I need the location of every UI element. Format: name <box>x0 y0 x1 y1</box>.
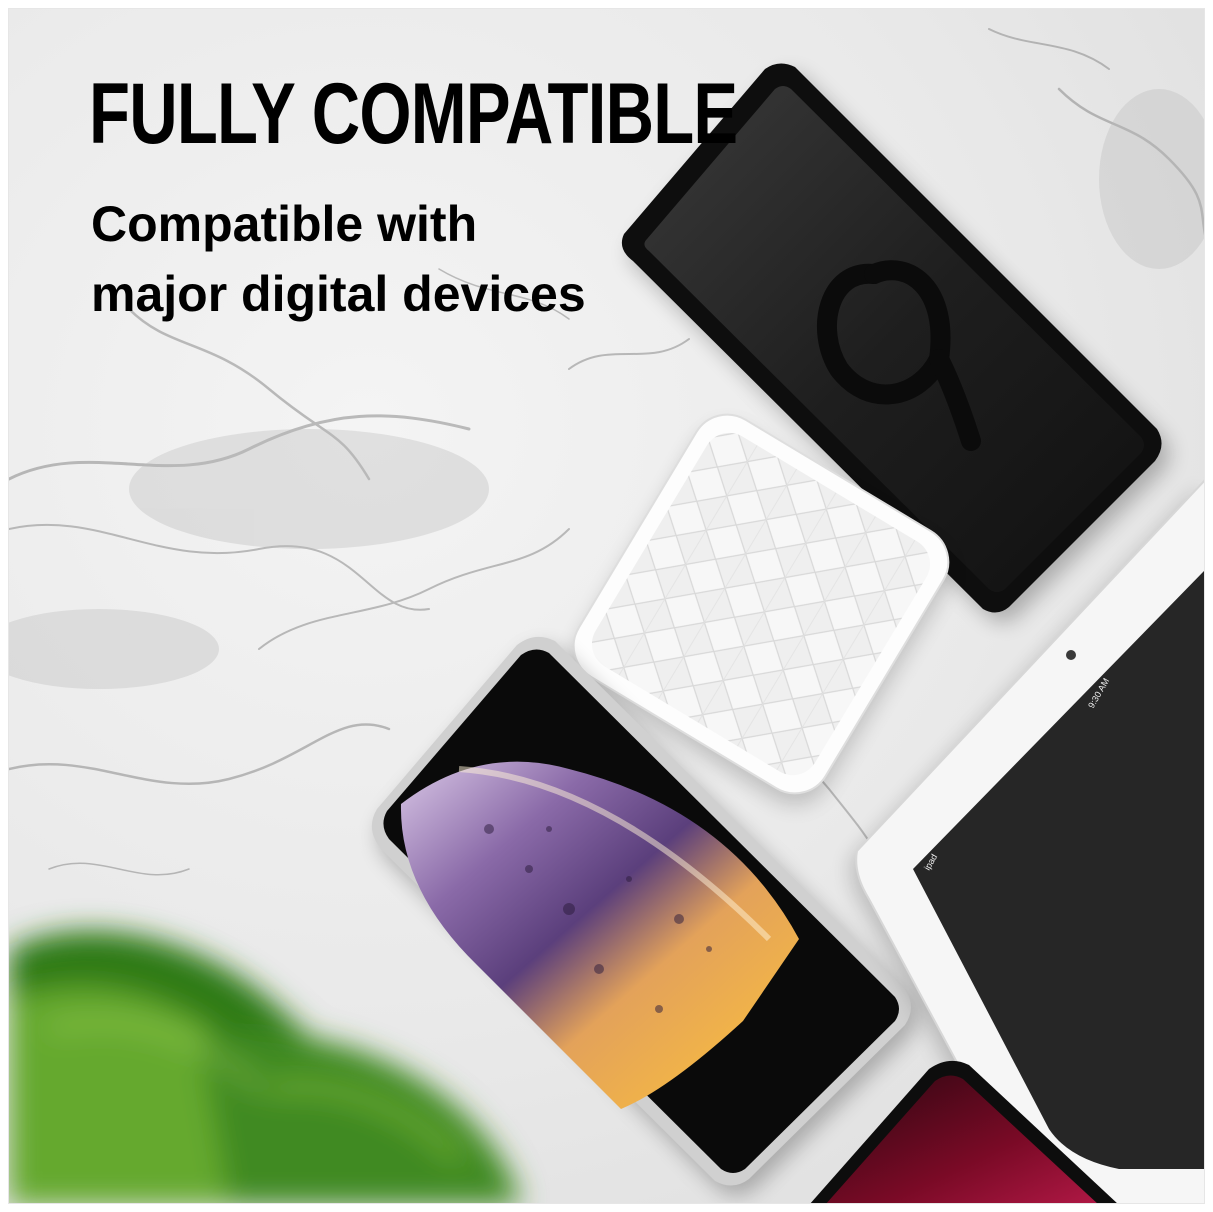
subheadline-line-2: major digital devices <box>91 266 586 322</box>
product-image: 9 9:30 AM ipad <box>8 8 1205 1204</box>
subheadline-line-1: Compatible with <box>91 196 478 252</box>
subheadline: Compatible with major digital devices <box>91 189 586 329</box>
headline: FULLY COMPATIBLE <box>89 66 738 162</box>
leaf-plant <box>9 930 521 1203</box>
